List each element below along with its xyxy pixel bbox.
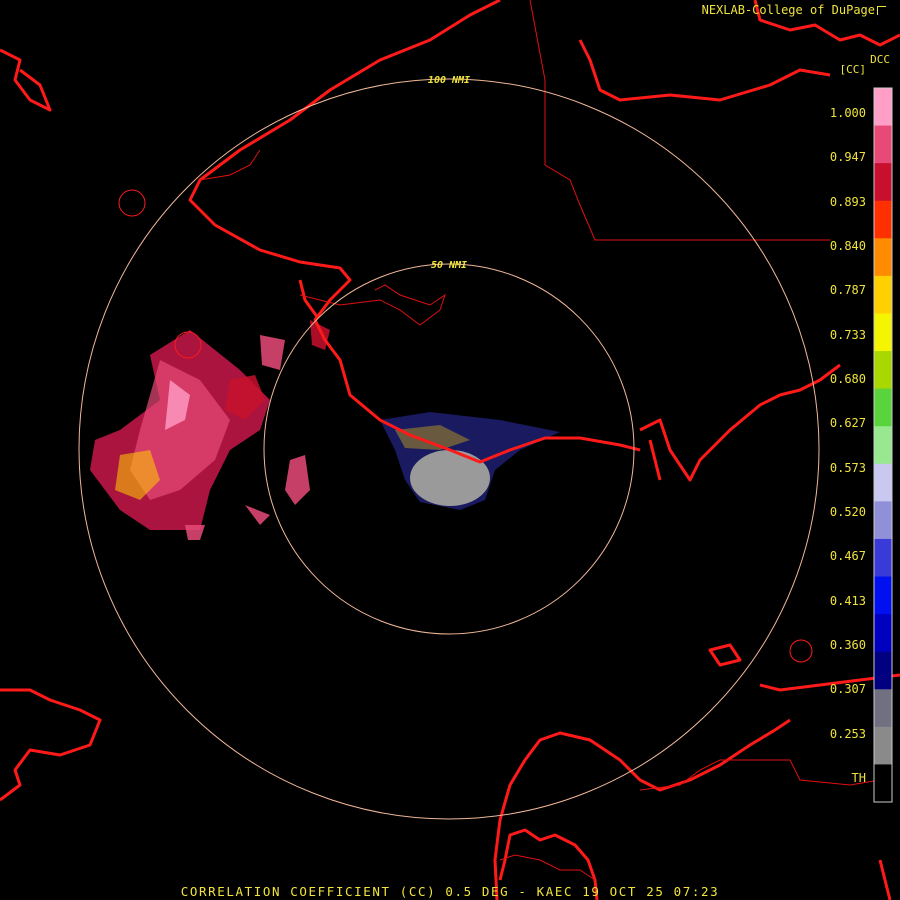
legend-label: 1.000 xyxy=(829,106,866,120)
legend-label: 0.893 xyxy=(829,194,866,209)
nw-arrow-icon xyxy=(877,6,886,15)
legend-label: 0.520 xyxy=(829,505,866,519)
range-ring-50nmi-label: 50 NMI xyxy=(431,260,467,271)
legend-swatch xyxy=(874,351,892,390)
legend-label: 0.413 xyxy=(829,593,866,608)
legend-swatch xyxy=(874,651,892,690)
legend-label: 0.680 xyxy=(829,372,866,386)
legend-label: TH xyxy=(851,771,866,785)
legend-swatch xyxy=(874,614,892,653)
legend-label: 0.467 xyxy=(829,549,866,564)
footer-caption: CORRELATION COEFFICIENT (CC) 0.5 DEG - K… xyxy=(180,884,720,899)
legend-swatch xyxy=(874,275,892,314)
legend-swatch xyxy=(874,576,892,615)
marker-circle xyxy=(118,189,146,217)
legend-swatch xyxy=(874,501,892,540)
range-ring-100nmi-label: 100 NMI xyxy=(428,75,470,86)
legend-swatch xyxy=(874,726,892,765)
legend-label: 0.787 xyxy=(829,283,866,298)
legend-swatch xyxy=(874,463,892,502)
marker-circle xyxy=(789,639,813,663)
legend-swatch xyxy=(874,200,892,239)
legend-label: 0.307 xyxy=(829,682,866,697)
legend-label: 0.840 xyxy=(829,239,866,253)
legend-swatch xyxy=(874,764,892,803)
legend-swatch xyxy=(874,125,892,164)
legend-swatch xyxy=(874,388,892,427)
legend-swatch xyxy=(874,238,892,277)
legend-label: 0.253 xyxy=(829,726,866,741)
legend-label: 0.733 xyxy=(829,327,866,342)
legend-unit-label: [CC] xyxy=(839,63,867,76)
legend-label: 0.360 xyxy=(829,638,866,652)
legend-swatch xyxy=(874,689,892,728)
legend-swatch xyxy=(874,538,892,578)
legend-swatch xyxy=(874,313,892,352)
legend-label: 0.627 xyxy=(829,416,866,431)
echo-cluster-west xyxy=(90,320,330,540)
legend-label: 0.573 xyxy=(829,460,866,475)
legend-product-label: DCC xyxy=(870,53,890,66)
legend-color-bar xyxy=(873,87,893,803)
legend-label: 0.947 xyxy=(829,150,866,165)
radar-map: 50 NMI 100 NMI xyxy=(0,0,900,900)
legend-swatch xyxy=(874,163,892,202)
credit-text: NEXLAB-College of DuPage xyxy=(702,3,886,17)
echo-cluster-center xyxy=(380,412,560,510)
legend-swatch xyxy=(874,426,892,465)
legend-swatch xyxy=(874,88,892,127)
